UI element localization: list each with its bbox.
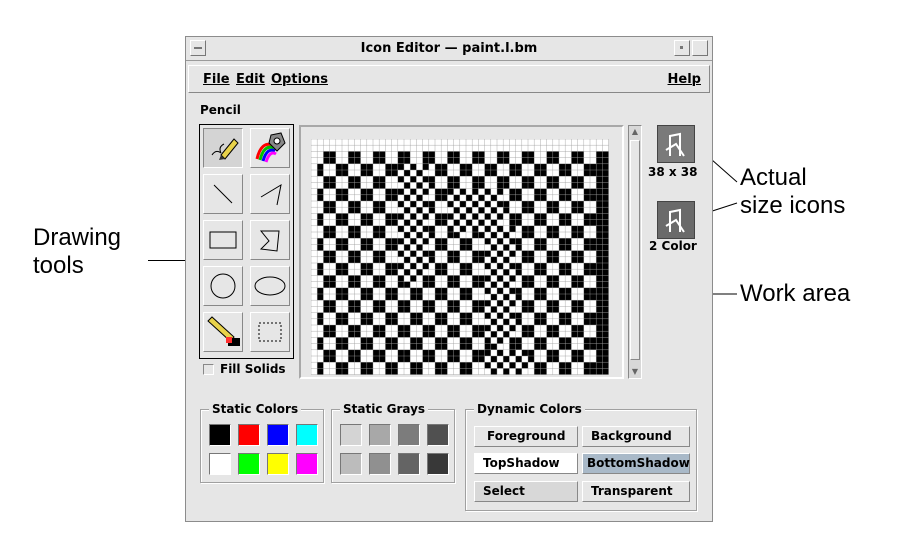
select-area-tool[interactable] (250, 312, 290, 352)
polygon-icon (259, 230, 280, 252)
line-tool[interactable] (203, 174, 243, 214)
work-area-canvas[interactable] (311, 139, 611, 377)
callout-work-area: Work area (740, 280, 851, 307)
title-bar[interactable]: Icon Editor — paint.l.bm (186, 37, 712, 61)
two-color-label: 2 Color (649, 239, 697, 253)
foreground-button[interactable]: Foreground (474, 426, 578, 447)
menu-file[interactable]: File (203, 72, 230, 87)
eraser-icon (207, 316, 240, 346)
polyline-tool[interactable] (250, 174, 290, 214)
current-tool-label: Pencil (200, 103, 241, 117)
static-color-swatch[interactable] (296, 453, 318, 475)
select-color-button[interactable]: Select (474, 481, 578, 502)
scroll-thumb[interactable] (630, 140, 640, 360)
static-gray-swatch[interactable] (398, 424, 420, 446)
scroll-down-arrow-icon[interactable]: ▼ (630, 367, 640, 377)
flood-fill-icon (255, 132, 286, 163)
bottomshadow-button[interactable]: BottomShadow (582, 453, 690, 474)
select-area-icon (258, 322, 282, 342)
minimize-button[interactable] (674, 40, 690, 56)
static-color-swatch[interactable] (209, 453, 231, 475)
static-grays-title: Static Grays (340, 402, 429, 416)
menu-help[interactable]: Help (668, 72, 701, 87)
fill-solids-label: Fill Solids (220, 362, 286, 376)
static-color-swatch[interactable] (238, 424, 260, 446)
static-gray-swatch[interactable] (340, 453, 362, 475)
polygon-tool[interactable] (250, 220, 290, 260)
actual-size-label: 38 x 38 (648, 165, 698, 179)
line-icon (213, 184, 233, 204)
maximize-button[interactable] (692, 40, 708, 56)
window-title: Icon Editor — paint.l.bm (360, 41, 538, 56)
static-gray-swatch[interactable] (340, 424, 362, 446)
minimize-icon (680, 46, 683, 49)
ellipse-icon (254, 276, 286, 296)
static-color-swatch[interactable] (267, 424, 289, 446)
static-gray-swatch[interactable] (369, 453, 391, 475)
menu-bar: File Edit Options Help (188, 65, 710, 93)
static-gray-swatch[interactable] (427, 453, 449, 475)
static-colors-title: Static Colors (209, 402, 302, 416)
actual-size-preview (657, 125, 695, 163)
dynamic-colors-group: Dynamic Colors Foreground Background Top… (465, 402, 697, 511)
static-color-swatch[interactable] (267, 453, 289, 475)
vertical-scrollbar[interactable]: ▲ ▼ (628, 125, 642, 379)
rectangle-tool[interactable] (203, 220, 243, 260)
static-color-swatch[interactable] (296, 424, 318, 446)
menu-edit[interactable]: Edit (236, 72, 265, 87)
menu-options[interactable]: Options (271, 72, 328, 87)
static-gray-swatch[interactable] (369, 424, 391, 446)
static-grays-group: Static Grays (331, 402, 455, 483)
static-color-swatch[interactable] (209, 424, 231, 446)
polyline-icon (260, 183, 282, 206)
fill-solids-checkbox[interactable] (203, 364, 214, 375)
scroll-up-arrow-icon[interactable]: ▲ (630, 127, 640, 137)
static-colors-group: Static Colors (200, 402, 324, 483)
rectangle-icon (209, 231, 237, 249)
topshadow-button[interactable]: TopShadow (474, 453, 578, 474)
pencil-icon (211, 138, 239, 160)
transparent-button[interactable]: Transparent (582, 481, 690, 502)
ellipse-tool[interactable] (250, 266, 290, 306)
static-gray-swatch[interactable] (427, 424, 449, 446)
background-button[interactable]: Background (582, 426, 690, 447)
static-color-swatch[interactable] (238, 453, 260, 475)
static-gray-swatch[interactable] (398, 453, 420, 475)
icon-editor-window: Icon Editor — paint.l.bm File Edit Optio… (185, 36, 713, 522)
circle-tool[interactable] (203, 266, 243, 306)
two-color-preview (657, 201, 695, 239)
pencil-tool[interactable] (203, 128, 243, 168)
drawing-tools-palette (199, 124, 294, 359)
actual-size-preview-icon (658, 126, 694, 162)
two-color-preview-icon (658, 202, 694, 238)
flood-fill-tool[interactable] (250, 128, 290, 168)
dynamic-colors-title: Dynamic Colors (474, 402, 585, 416)
circle-icon (210, 273, 236, 299)
eraser-tool[interactable] (203, 312, 243, 352)
